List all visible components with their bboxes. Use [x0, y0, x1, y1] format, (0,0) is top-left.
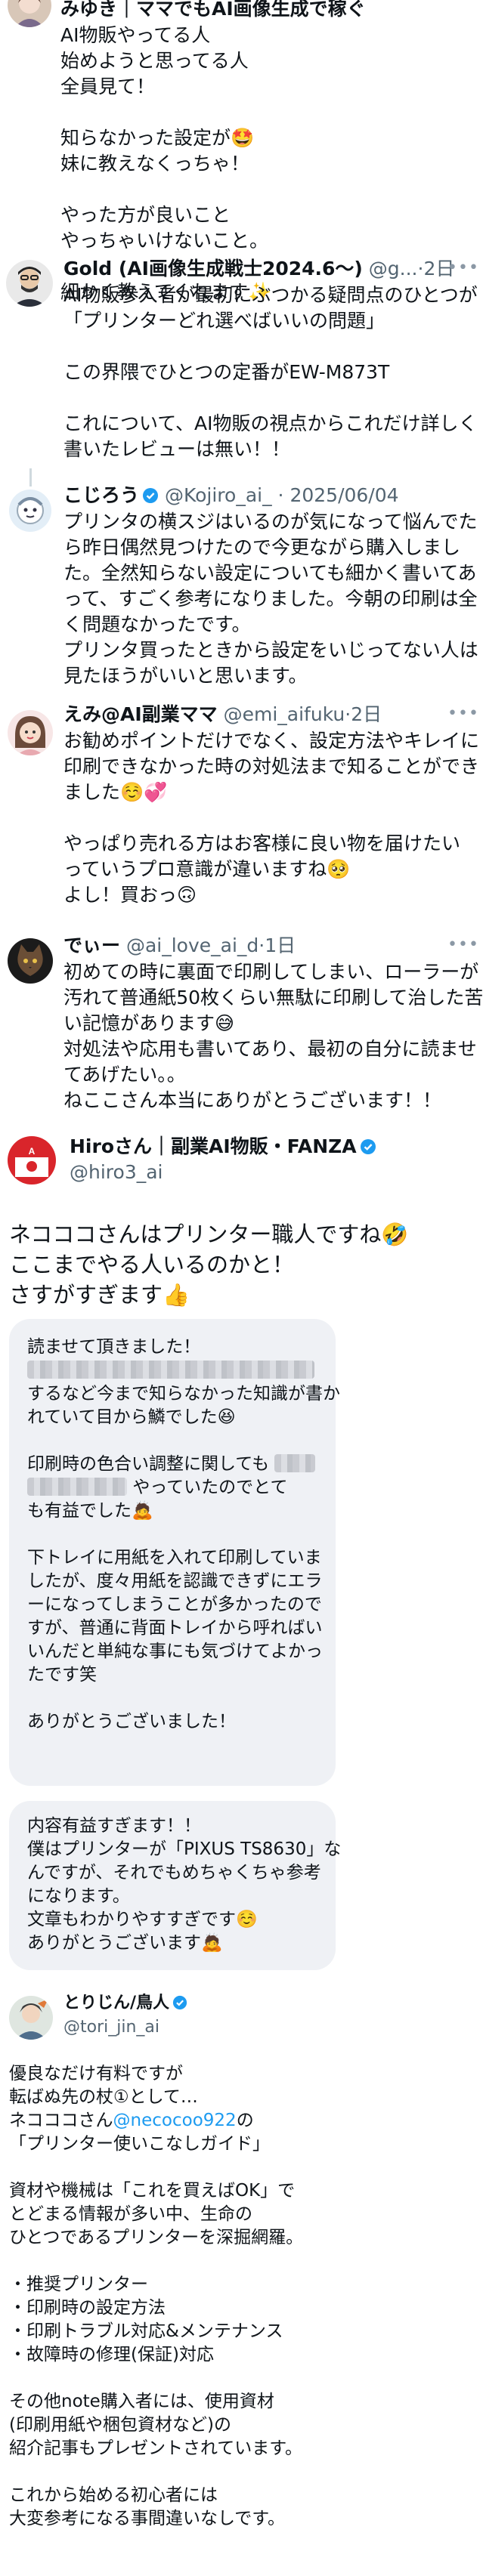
post-header: Hiroさん｜副業AI物販・FANZA [70, 1135, 376, 1159]
post-text: AI物販参入者が最初にぶつかる疑問点のひとつが 「プリンターどれ選べばいいの問題」… [63, 284, 478, 460]
post-header: でぃー @ai_love_ai_d·1日 [63, 934, 296, 956]
author-handle[interactable]: @hiro3_ai [70, 1161, 163, 1183]
author-handle[interactable]: @g... [369, 258, 418, 280]
post-header: えみ@AI副業ママ @emi_aifuku·2日 [63, 703, 382, 725]
post-emi[interactable]: えみ@AI副業ママ @emi_aifuku·2日 ••• お勧めポイントだけでな… [0, 703, 483, 929]
post-header-handle: @tori_jin_ai [63, 2015, 159, 2040]
author-handle[interactable]: @tori_jin_ai [63, 2018, 159, 2037]
author-name[interactable]: Gold (AI画像生成戦士2024.6〜) [63, 258, 363, 280]
redacted-text [274, 1454, 316, 1472]
post-dee[interactable]: でぃー @ai_love_ai_d·1日 ••• 初めての時に裏面で印刷してしま… [0, 929, 483, 1148]
author-name[interactable]: でぃー [63, 934, 120, 956]
post-text: ネコココさんはプリンター職人ですね🤣 ここまでやる人いるのかと！ さすがすぎます… [9, 1222, 409, 1308]
avatar[interactable] [8, 938, 53, 984]
post-hiro[interactable]: A Hiroさん｜副業AI物販・FANZA @hiro3_ai ネコココさんはプ… [0, 1126, 483, 1970]
message-bubble: 内容有益すぎます！！ 僕はプリンターが「PIXUS TS8630」な んですが、… [9, 1801, 342, 1970]
post-header: Gold (AI画像生成戦士2024.6〜) @g...·2日 [63, 258, 455, 280]
author-name[interactable]: Hiroさん｜副業AI物販・FANZA [70, 1135, 357, 1157]
post-kojiro[interactable]: こじろう @Kojiro_ai_ · 2025/06/04 プリンタの横スジはい… [0, 468, 483, 703]
post-text: 優良なだけ有料ですが 転ばぬ先の杖①として… ネコココさん@necocoo922… [9, 2064, 304, 2528]
post-gold[interactable]: Gold (AI画像生成戦士2024.6〜) @g...·2日 ••• AI物販… [0, 249, 483, 476]
author-name[interactable]: えみ@AI副業ママ [63, 703, 218, 725]
post-time[interactable]: 1日 [265, 934, 296, 956]
more-options-icon[interactable]: ••• [447, 935, 479, 954]
thread-line [29, 468, 32, 486]
svg-text:A: A [29, 1146, 36, 1157]
post-text: お勧めポイントだけでなく、設定方法やキレイに 印刷できなかった時の対処法まで知るこ… [63, 730, 480, 906]
redacted-text [27, 1361, 314, 1379]
author-handle[interactable]: @emi_aifuku [224, 703, 345, 725]
post-time[interactable]: 2日 [351, 703, 382, 725]
avatar[interactable] [9, 1996, 53, 2040]
verified-badge-icon [172, 1995, 187, 2010]
avatar[interactable]: A [8, 1136, 56, 1185]
post-header-handle: @hiro3_ai [70, 1160, 163, 1185]
verified-badge-icon [360, 1139, 376, 1154]
author-handle[interactable]: @Kojiro_ai_ [165, 484, 272, 506]
more-options-icon[interactable]: ••• [447, 258, 479, 277]
post-text: 初めての時に裏面で印刷してしまい、ローラーが 汚れて普通紙50枚くらい無駄に印刷し… [63, 961, 483, 1111]
author-name[interactable]: とりじん/鳥人 [63, 1994, 169, 2012]
post-miyuki[interactable]: みゆき｜ママでもAI画像生成で稼ぐ AI物販やってる人 始めようと思ってる人 全員見… [0, 0, 483, 303]
more-options-icon[interactable]: ••• [447, 704, 479, 723]
post-header: とりじん/鳥人 [63, 1991, 187, 2015]
message-text: 内容有益すぎます！！ 僕はプリンターが「PIXUS TS8630」な んですが、… [27, 1816, 342, 1953]
post-torijin[interactable]: とりじん/鳥人 @tori_jin_ai 優良なだけ有料ですが 転ばぬ先の杖①と… [0, 1987, 483, 2576]
avatar[interactable] [9, 490, 51, 532]
verified-badge-icon [143, 488, 159, 503]
message-bubble: 読ませて頂きました！ するなど今まで知らなかった知識が書か れていて目から鱗でし… [9, 1319, 340, 1786]
avatar[interactable] [8, 0, 51, 27]
post-time[interactable]: 2025/06/04 [289, 484, 398, 506]
avatar[interactable] [8, 710, 53, 755]
author-handle[interactable]: @ai_love_ai_d [126, 934, 259, 956]
mention-link[interactable]: @necocoo922 [113, 2111, 237, 2130]
author-name[interactable]: みゆき｜ママでもAI画像生成で稼ぐ [60, 0, 366, 20]
avatar[interactable] [6, 260, 53, 307]
redacted-text [27, 1478, 127, 1496]
post-header: こじろう @Kojiro_ai_ · 2025/06/04 [63, 484, 399, 506]
message-text: 読ませて頂きました！ するなど今まで知らなかった知識が書か れていて目から鱗でし… [27, 1337, 340, 1731]
post-text: プリンタの横スジはいるのが気になって悩んでた ら昨日偶然見つけたので今更ながら購入… [63, 511, 478, 687]
post-header: みゆき｜ママでもAI画像生成で稼ぐ [60, 0, 366, 21]
author-name[interactable]: こじろう [63, 484, 139, 506]
